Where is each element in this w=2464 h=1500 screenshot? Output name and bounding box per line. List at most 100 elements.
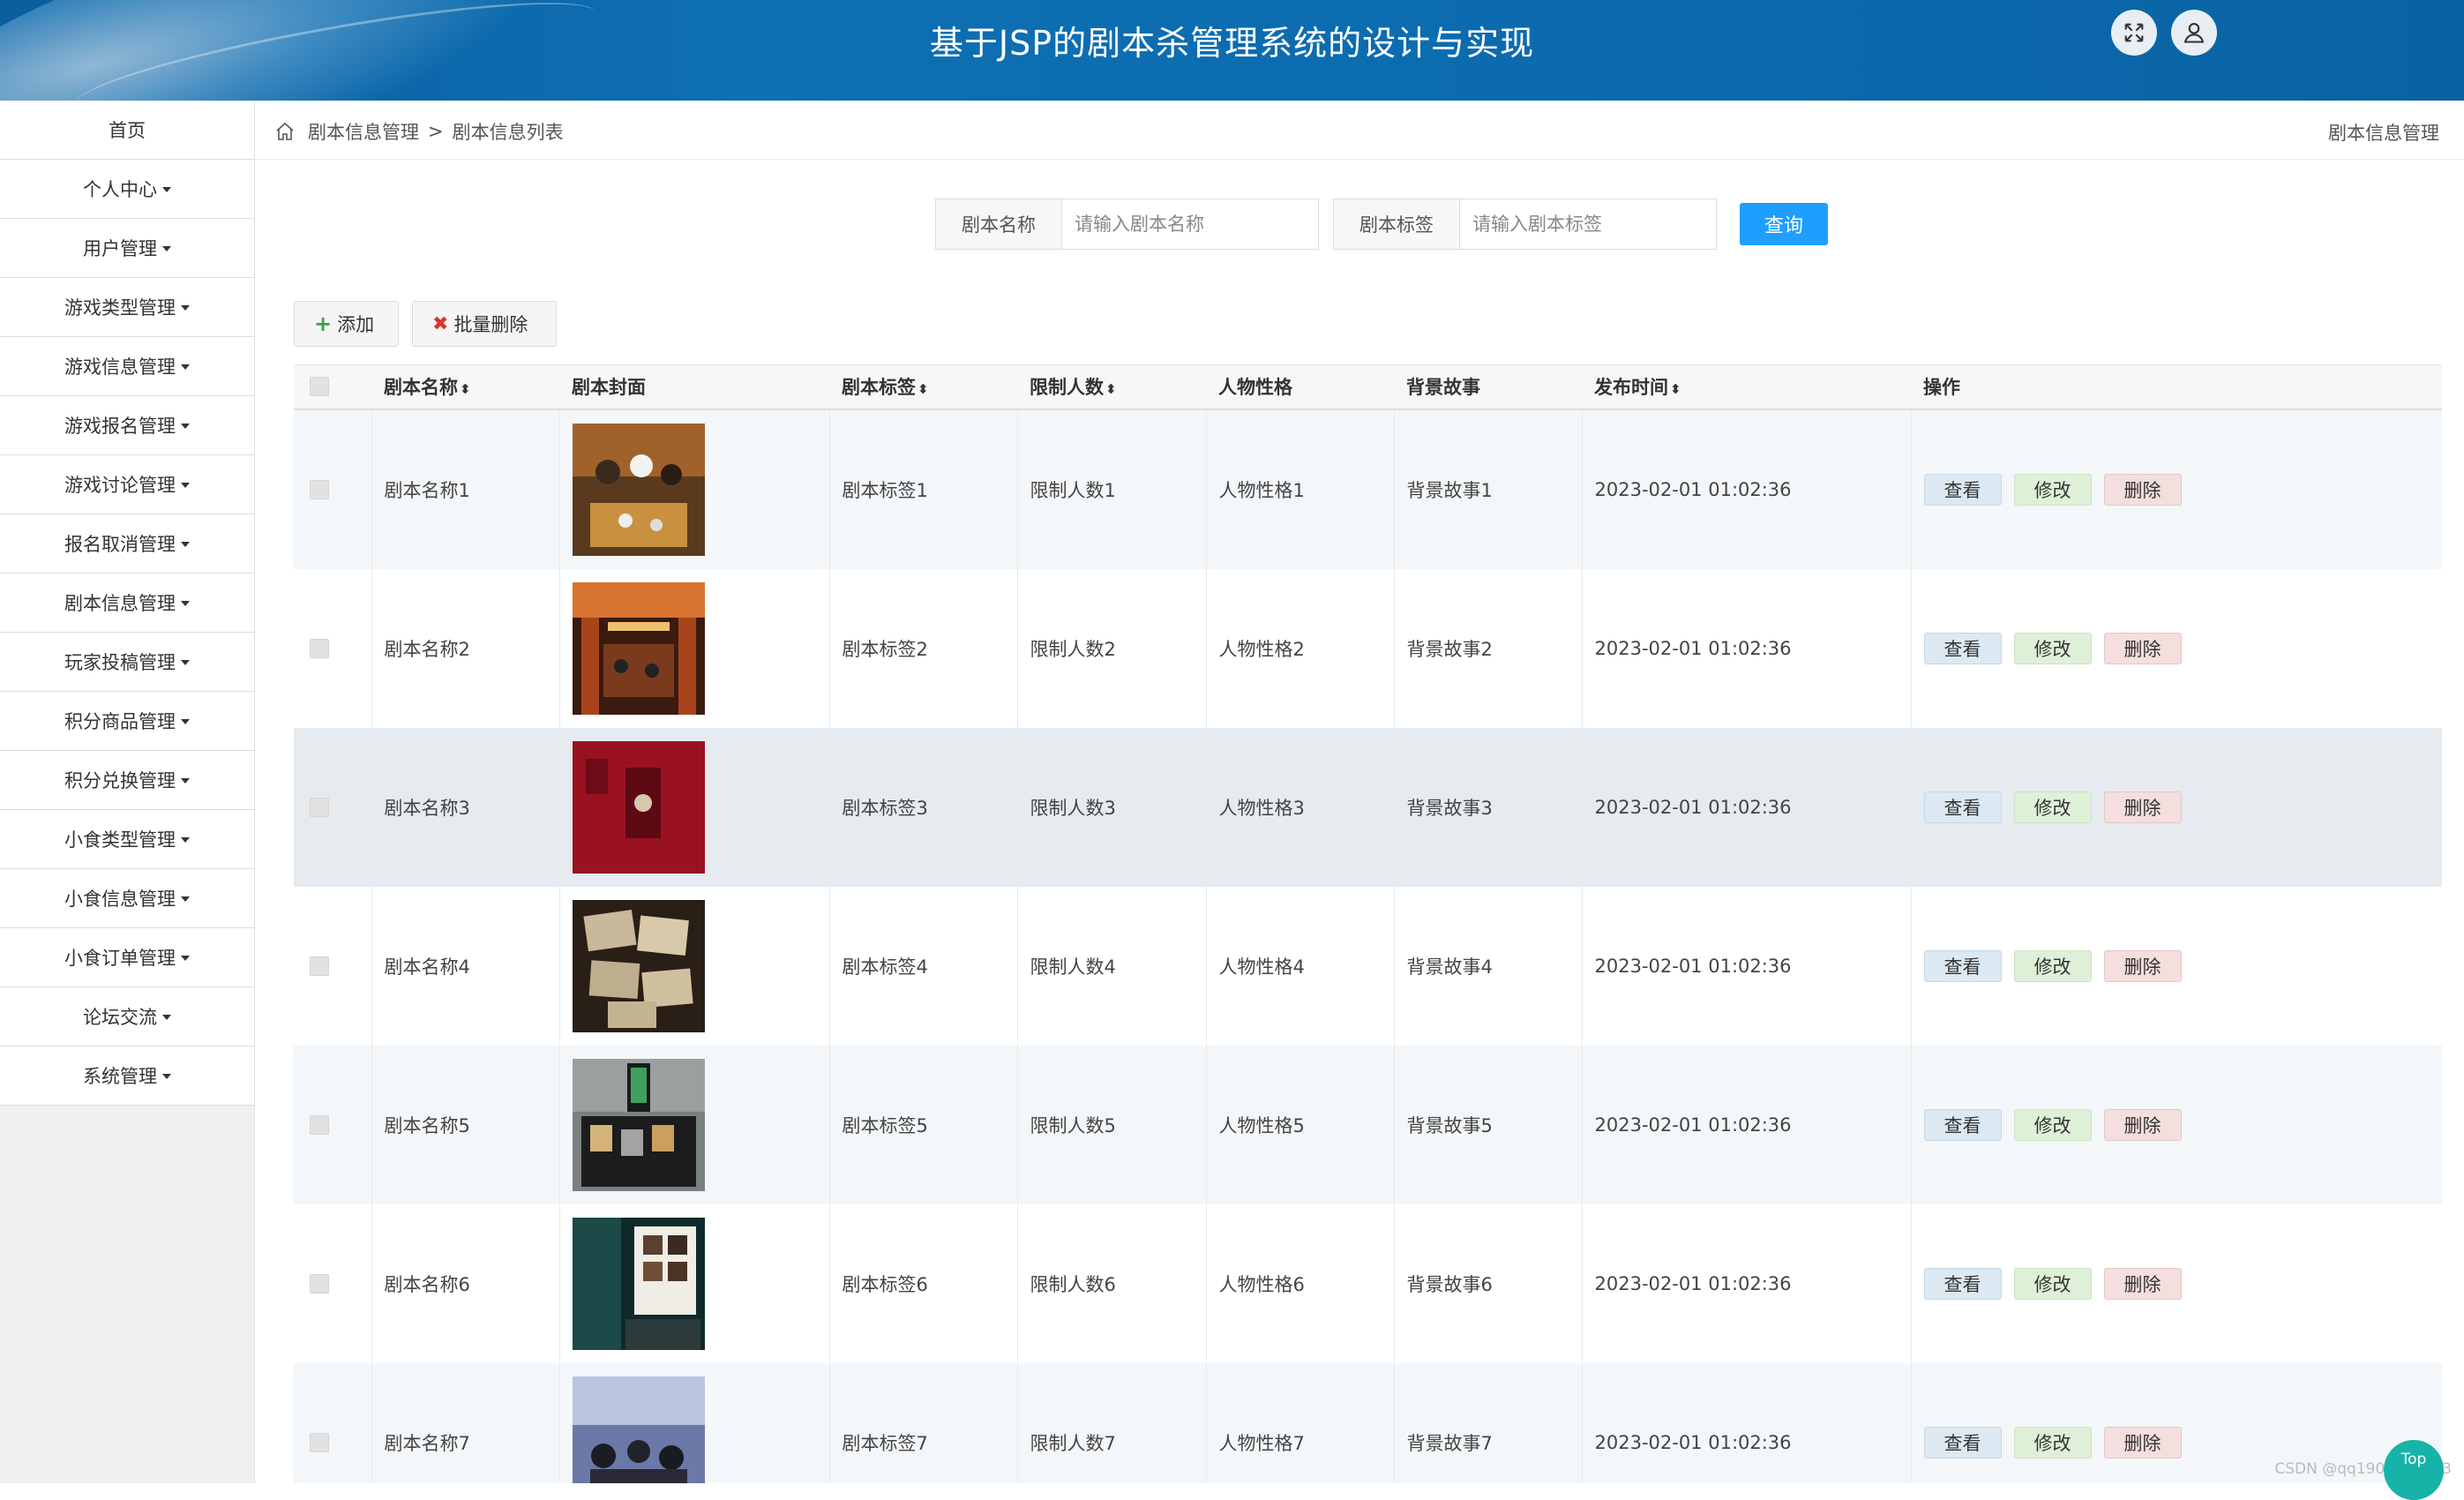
table-row[interactable]: 剧本名称1 剧本标签1 限制人数1 人物性格1 背景故事1 2023-02-01 01:0… [294, 409, 2442, 569]
sidebar-item-3[interactable]: 游戏类型管理 [0, 278, 254, 337]
edit-button[interactable]: 修改 [2013, 632, 2092, 664]
sidebar-item-7[interactable]: 报名取消管理 [0, 514, 254, 574]
row-checkbox[interactable] [310, 956, 329, 976]
cell-cover [559, 409, 830, 569]
sidebar-item-13[interactable]: 小食信息管理 [0, 869, 254, 928]
cell-time: 2023-02-01 01:02:36 [1582, 568, 1912, 728]
sidebar-item-12[interactable]: 小食类型管理 [0, 810, 254, 869]
sidebar-item-11[interactable]: 积分兑换管理 [0, 751, 254, 810]
sidebar-item-1[interactable]: 个人中心 [0, 160, 254, 219]
edit-button[interactable]: 修改 [2013, 791, 2092, 823]
sidebar-item-10[interactable]: 积分商品管理 [0, 692, 254, 751]
breadcrumb-parent[interactable]: 剧本信息管理 [308, 118, 419, 145]
cell-actions: 查看 修改 删除 [1911, 1204, 2442, 1363]
row-checkbox[interactable] [310, 1432, 329, 1452]
edit-button[interactable]: 修改 [2013, 1426, 2092, 1459]
edit-button[interactable]: 修改 [2013, 1108, 2092, 1141]
view-button[interactable]: 查看 [1923, 1108, 2002, 1141]
sidebar-item-2[interactable]: 用户管理 [0, 219, 254, 278]
tag-search-input[interactable] [1460, 199, 1716, 249]
sidebar-item-8[interactable]: 剧本信息管理 [0, 574, 254, 633]
home-icon[interactable] [274, 121, 296, 142]
view-button[interactable]: 查看 [1923, 473, 2002, 506]
edit-button[interactable]: 修改 [2013, 1267, 2092, 1300]
delete-button[interactable]: 删除 [2103, 632, 2182, 664]
sidebar-item-14[interactable]: 小食订单管理 [0, 928, 254, 987]
x-icon: ✖ [432, 312, 449, 335]
view-button[interactable]: 查看 [1923, 791, 2002, 823]
sidebar-item-9[interactable]: 玩家投稿管理 [0, 633, 254, 692]
delete-button[interactable]: 删除 [2103, 791, 2182, 823]
delete-button[interactable]: 删除 [2103, 949, 2182, 982]
sort-icon[interactable]: ⬍ [1105, 381, 1117, 397]
sidebar-item-4[interactable]: 游戏信息管理 [0, 337, 254, 396]
back-to-top-button[interactable]: Top [2384, 1440, 2444, 1500]
batch-delete-button[interactable]: ✖ 批量删除 [412, 301, 557, 347]
add-button[interactable]: + 添加 [294, 301, 399, 347]
cell-time: 2023-02-01 01:02:36 [1582, 1045, 1912, 1204]
row-checkbox[interactable] [310, 1114, 329, 1135]
sort-icon[interactable]: ⬍ [1670, 381, 1681, 397]
header-name[interactable]: 剧本名称 ⬍ [371, 364, 559, 410]
header-limit[interactable]: 限制人数 ⬍ [1017, 364, 1206, 410]
breadcrumb-separator: > [428, 121, 444, 142]
sidebar-item-label: 玩家投稿管理 [64, 652, 176, 673]
cell-cover [559, 568, 830, 728]
fullscreen-button[interactable] [2111, 10, 2157, 56]
name-search-input[interactable] [1062, 199, 1318, 249]
sidebar-item-16[interactable]: 系统管理 [0, 1046, 254, 1106]
table-row[interactable]: 剧本名称5 剧本标签5 限制人数5 人物性格5 背景故事5 2023-02-01 01:0… [294, 1045, 2442, 1204]
cover-thumbnail[interactable] [572, 423, 705, 556]
view-button[interactable]: 查看 [1923, 1267, 2002, 1300]
edit-button[interactable]: 修改 [2013, 473, 2092, 506]
cover-thumbnail[interactable] [572, 740, 705, 874]
cell-actions: 查看 修改 删除 [1911, 728, 2442, 887]
cell-background: 背景故事4 [1394, 886, 1583, 1046]
user-button[interactable] [2171, 10, 2217, 56]
row-checkbox[interactable] [310, 797, 329, 817]
batch-delete-label: 批量删除 [453, 314, 528, 335]
caret-down-icon [181, 305, 190, 311]
sidebar-item-5[interactable]: 游戏报名管理 [0, 396, 254, 455]
view-button[interactable]: 查看 [1923, 949, 2002, 982]
fullscreen-icon [2124, 23, 2144, 42]
header-actions: 操作 [1911, 364, 2442, 410]
select-all-checkbox[interactable] [310, 377, 329, 397]
table-row[interactable]: 剧本名称6 剧本标签6 限制人数6 人物性格6 背景故事6 2023-02-01 01:0… [294, 1204, 2442, 1363]
table-row[interactable]: 剧本名称7 剧本标签7 限制人数7 人物性格7 背景故事7 2023-02-01 01:0… [294, 1362, 2442, 1484]
row-checkbox[interactable] [310, 479, 329, 499]
caret-down-icon [181, 542, 190, 547]
table-row[interactable]: 剧本名称3 剧本标签3 限制人数3 人物性格3 背景故事3 2023-02-01 01:0… [294, 727, 2442, 887]
cover-thumbnail[interactable] [572, 1058, 705, 1191]
cover-thumbnail[interactable] [572, 581, 705, 715]
edit-button[interactable]: 修改 [2013, 949, 2092, 982]
cell-cover [559, 1362, 830, 1484]
cell-time: 2023-02-01 01:02:36 [1582, 1204, 1912, 1363]
delete-button[interactable]: 删除 [2103, 473, 2182, 506]
view-button[interactable]: 查看 [1923, 632, 2002, 664]
table-row[interactable]: 剧本名称4 剧本标签4 限制人数4 人物性格4 背景故事4 2023-02-01 01:0… [294, 886, 2442, 1046]
breadcrumb: 剧本信息管理 > 剧本信息列表 [274, 118, 564, 145]
header-tag[interactable]: 剧本标签 ⬍ [829, 364, 1017, 410]
cell-background: 背景故事6 [1394, 1204, 1583, 1363]
sidebar-item-0[interactable]: 首页 [0, 101, 254, 160]
table-row[interactable]: 剧本名称2 剧本标签2 限制人数2 人物性格2 背景故事2 2023-02-01 01:0… [294, 568, 2442, 728]
delete-button[interactable]: 删除 [2103, 1267, 2182, 1300]
search-button[interactable]: 查询 [1740, 203, 1828, 245]
sidebar-item-6[interactable]: 游戏讨论管理 [0, 455, 254, 514]
row-checkbox[interactable] [310, 638, 329, 658]
cover-thumbnail[interactable] [572, 1376, 705, 1484]
cover-thumbnail[interactable] [572, 899, 705, 1032]
row-checkbox[interactable] [310, 1273, 329, 1294]
plus-icon: + [314, 311, 333, 336]
cover-thumbnail[interactable] [572, 1217, 705, 1350]
delete-button[interactable]: 删除 [2103, 1108, 2182, 1141]
view-button[interactable]: 查看 [1923, 1426, 2002, 1459]
header-time[interactable]: 发布时间 ⬍ [1582, 364, 1911, 410]
sidebar-item-15[interactable]: 论坛交流 [0, 987, 254, 1046]
sort-icon[interactable]: ⬍ [917, 381, 929, 397]
sort-icon[interactable]: ⬍ [460, 381, 471, 397]
cell-tag: 剧本标签7 [829, 1362, 1018, 1483]
delete-button[interactable]: 删除 [2103, 1426, 2182, 1459]
row-select-cell [294, 568, 372, 728]
